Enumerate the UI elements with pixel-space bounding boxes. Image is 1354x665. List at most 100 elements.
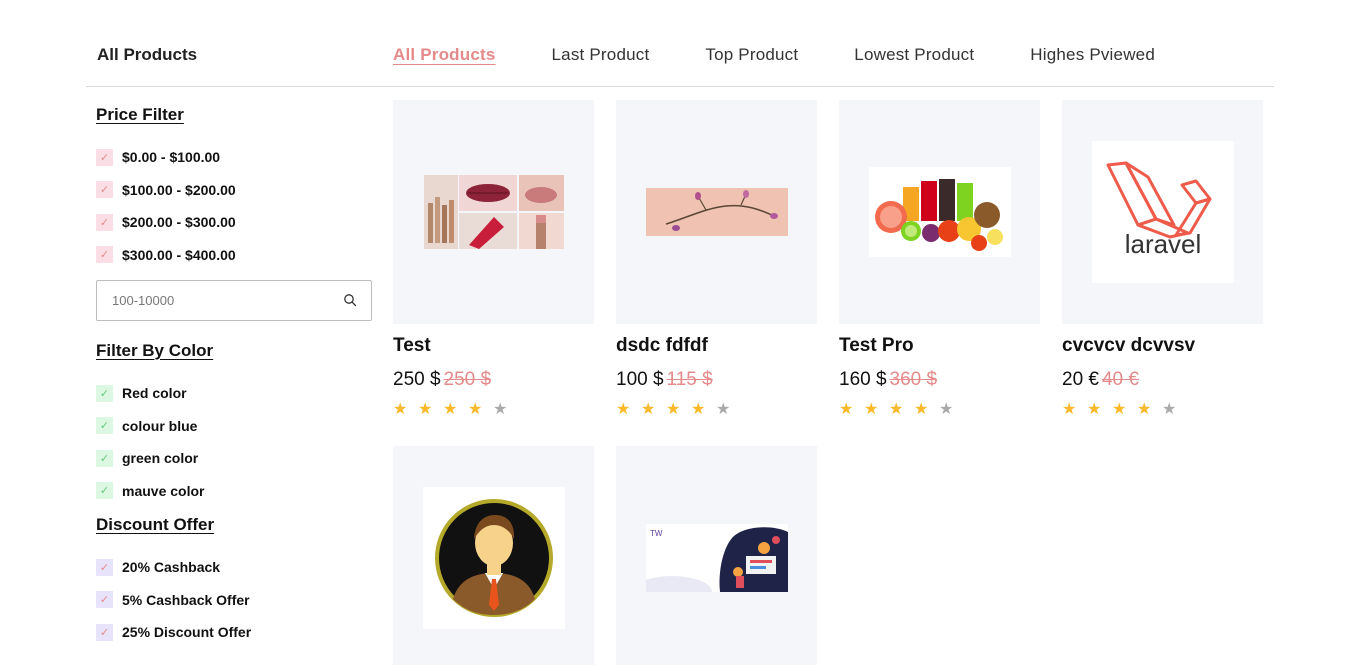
tab-lowest-product[interactable]: Lowest Product bbox=[854, 45, 974, 65]
color-filter-title: Filter By Color bbox=[96, 341, 214, 360]
star-icon: ★ bbox=[691, 401, 706, 418]
color-filter-option[interactable]: ✓ mauve color bbox=[96, 475, 372, 508]
fruits-juice-image bbox=[868, 167, 1011, 257]
star-icon: ★ bbox=[443, 401, 458, 418]
checkbox-check-icon[interactable]: ✓ bbox=[96, 246, 113, 264]
product-image[interactable]: TW bbox=[616, 446, 817, 665]
search-icon[interactable] bbox=[343, 293, 357, 307]
product-image[interactable] bbox=[393, 100, 594, 324]
tab-last-product[interactable]: Last Product bbox=[552, 45, 650, 65]
discount-filter-list: ✓ 20% Cashback ✓ 5% Cashback Offer ✓ 25% Di… bbox=[96, 551, 372, 649]
discount-filter-option[interactable]: ✓ 25% Discount Offer bbox=[96, 616, 372, 649]
checkbox-check-icon[interactable]: ✓ bbox=[96, 623, 113, 641]
discount-filter-label: 5% Cashback Offer bbox=[122, 591, 250, 608]
product-name[interactable]: dsdc fdfdf bbox=[616, 335, 817, 357]
price-range-input[interactable] bbox=[97, 281, 317, 319]
product-price-row: 160 $360 $ bbox=[839, 369, 1040, 391]
product-price: 20 € bbox=[1062, 369, 1099, 390]
price-range-search bbox=[96, 280, 372, 321]
tab-highest-viewed[interactable]: Highes Pviewed bbox=[1030, 45, 1155, 65]
product-price: 160 $ bbox=[839, 369, 887, 390]
product-image[interactable] bbox=[839, 100, 1040, 324]
checkbox-check-icon[interactable]: ✓ bbox=[96, 148, 113, 166]
checkbox-check-icon[interactable]: ✓ bbox=[96, 417, 113, 435]
star-icon: ★ bbox=[418, 401, 433, 418]
star-icon: ★ bbox=[468, 401, 483, 418]
product-price: 250 $ bbox=[393, 369, 441, 390]
checkbox-check-icon[interactable]: ✓ bbox=[96, 591, 113, 609]
tab-top-product[interactable]: Top Product bbox=[705, 45, 798, 65]
color-filter-option[interactable]: ✓ green color bbox=[96, 442, 372, 475]
tab-all-products[interactable]: All Products bbox=[393, 45, 496, 65]
svg-text:TW: TW bbox=[650, 529, 663, 538]
product-old-price: 360 $ bbox=[889, 369, 938, 390]
color-filter-option[interactable]: ✓ colour blue bbox=[96, 410, 372, 443]
star-icon: ★ bbox=[839, 401, 854, 418]
star-icon: ★ bbox=[641, 401, 656, 418]
star-icon: ★ bbox=[393, 401, 408, 418]
discount-filter-label: 25% Discount Offer bbox=[122, 624, 252, 641]
discount-filter-title: Discount Offer bbox=[96, 515, 215, 534]
color-filter-label: mauve color bbox=[122, 482, 205, 499]
color-filter-list: ✓ Red color ✓ colour blue ✓ green color ✓ ma… bbox=[96, 377, 372, 507]
product-card: TW bbox=[616, 446, 817, 665]
star-icon: ★ bbox=[864, 401, 879, 418]
product-name[interactable]: Test Pro bbox=[839, 335, 1040, 357]
product-rating: ★ ★ ★ ★ ★ bbox=[1062, 399, 1263, 419]
product-old-price: 250 $ bbox=[443, 369, 492, 390]
price-filter-label: $0.00 - $100.00 bbox=[122, 149, 221, 166]
checkbox-check-icon[interactable]: ✓ bbox=[96, 213, 113, 231]
product-image[interactable] bbox=[616, 100, 817, 324]
product-rating: ★ ★ ★ ★ ★ bbox=[393, 399, 594, 419]
businessman-avatar-image bbox=[422, 487, 565, 629]
discount-filter-option[interactable]: ✓ 5% Cashback Offer bbox=[96, 584, 372, 617]
star-icon: ★ bbox=[914, 401, 929, 418]
checkbox-check-icon[interactable]: ✓ bbox=[96, 181, 113, 199]
flower-branch-image bbox=[645, 188, 788, 236]
color-filter-option[interactable]: ✓ Red color bbox=[96, 377, 372, 410]
price-filter-title: Price Filter bbox=[96, 105, 184, 124]
price-filter-option[interactable]: ✓ $200.00 - $300.00 bbox=[96, 206, 372, 239]
color-filter-label: colour blue bbox=[122, 417, 198, 434]
star-icon: ★ bbox=[1112, 401, 1127, 418]
discount-filter-option[interactable]: ✓ 20% Cashback bbox=[96, 551, 372, 584]
product-price-row: 20 €40 € bbox=[1062, 369, 1263, 391]
product-price-row: 100 $115 $ bbox=[616, 369, 817, 391]
star-icon: ★ bbox=[1062, 401, 1077, 418]
checkbox-check-icon[interactable]: ✓ bbox=[96, 449, 113, 467]
product-card: Test 250 $250 $ ★ ★ ★ ★ ★ bbox=[393, 100, 594, 419]
product-name[interactable]: Test bbox=[393, 335, 594, 357]
color-filter-label: Red color bbox=[122, 385, 187, 402]
price-filter-option[interactable]: ✓ $300.00 - $400.00 bbox=[96, 239, 372, 272]
price-filter-label: $100.00 - $200.00 bbox=[122, 181, 236, 198]
product-card: laravel cvcvcv dcvvsv 20 €40 € ★ ★ ★ ★ ★ bbox=[1062, 100, 1263, 419]
product-image[interactable]: laravel bbox=[1062, 100, 1263, 324]
product-card: dsdc fdfdf 100 $115 $ ★ ★ ★ ★ ★ bbox=[616, 100, 817, 419]
checkbox-check-icon[interactable]: ✓ bbox=[96, 558, 113, 576]
product-rating: ★ ★ ★ ★ ★ bbox=[616, 399, 817, 419]
product-old-price: 115 $ bbox=[666, 369, 713, 390]
star-icon: ★ bbox=[493, 401, 508, 418]
product-card: Test Pro 160 $360 $ ★ ★ ★ ★ ★ bbox=[839, 100, 1040, 419]
star-icon: ★ bbox=[1087, 401, 1102, 418]
price-filter-list: ✓ $0.00 - $100.00 ✓ $100.00 - $200.00 ✓ $20… bbox=[96, 141, 372, 271]
products-header: All Products All Products Last Product T… bbox=[86, 0, 1274, 87]
product-name[interactable]: cvcvcv dcvvsv bbox=[1062, 335, 1263, 357]
checkbox-check-icon[interactable]: ✓ bbox=[96, 384, 113, 402]
filter-sidebar: Price Filter ✓ $0.00 - $100.00 ✓ $100.00 -… bbox=[96, 105, 372, 649]
price-filter-label: $300.00 - $400.00 bbox=[122, 246, 236, 263]
product-price-row: 250 $250 $ bbox=[393, 369, 594, 391]
laravel-logo-image: laravel bbox=[1091, 141, 1234, 283]
star-icon: ★ bbox=[1162, 401, 1177, 418]
checkbox-check-icon[interactable]: ✓ bbox=[96, 482, 113, 500]
product-card bbox=[393, 446, 594, 665]
price-filter-option[interactable]: ✓ $100.00 - $200.00 bbox=[96, 174, 372, 207]
product-image[interactable] bbox=[393, 446, 594, 665]
star-icon: ★ bbox=[716, 401, 731, 418]
product-price: 100 $ bbox=[616, 369, 664, 390]
star-icon: ★ bbox=[939, 401, 954, 418]
discount-filter-label: 20% Cashback bbox=[122, 559, 221, 576]
price-filter-option[interactable]: ✓ $0.00 - $100.00 bbox=[96, 141, 372, 174]
color-filter-label: green color bbox=[122, 450, 199, 467]
product-old-price: 40 € bbox=[1101, 369, 1139, 390]
